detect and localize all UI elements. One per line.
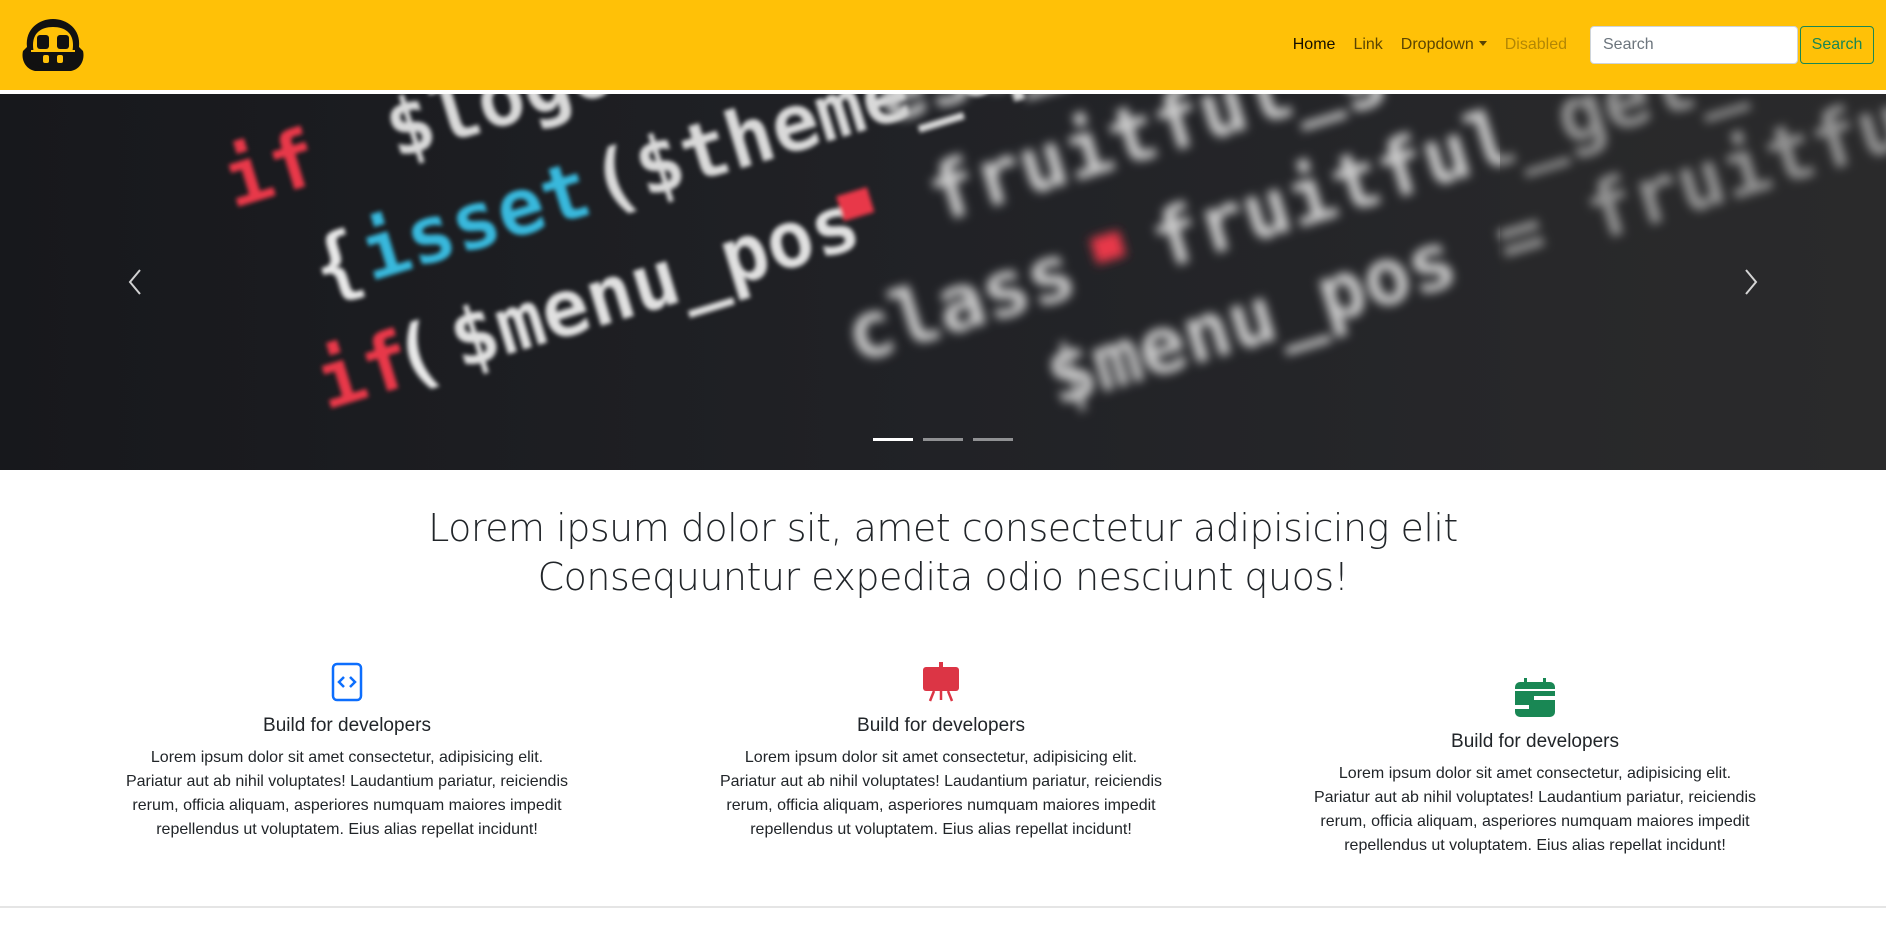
search-form: Search [1590, 26, 1874, 64]
nav-link-home[interactable]: Home [1284, 33, 1345, 57]
headline-line-1: Lorem ipsum dolor sit, amet consectetur … [428, 506, 1458, 550]
brand-logo[interactable] [18, 16, 88, 74]
nav-link-disabled: Disabled [1504, 36, 1567, 53]
hero-headline: Lorem ipsum dolor sit, amet consectetur … [0, 504, 1886, 602]
calendar-range-icon [1515, 678, 1555, 717]
feature-text: Lorem ipsum dolor sit amet consectetur, … [719, 749, 1163, 838]
easel-presentation-icon [923, 662, 959, 702]
carousel-next-button[interactable] [1616, 94, 1886, 470]
nav-link-link[interactable]: Link [1344, 33, 1391, 57]
robot-head-logo-icon [22, 19, 84, 71]
nav-dropdown-label: Dropdown [1400, 36, 1474, 53]
hero-carousel: if $logo { isset ($theme_op if ( $menu_p… [0, 94, 1886, 470]
carousel-prev-button[interactable] [0, 94, 270, 470]
headline-line-2: Consequuntur expedita odio nesciunt quos… [537, 555, 1349, 599]
caret-down-icon [1478, 41, 1487, 46]
feature-text: Lorem ipsum dolor sit amet consectetur, … [125, 749, 569, 838]
carousel-indicator-1[interactable] [873, 438, 913, 441]
carousel-indicator-2[interactable] [923, 438, 963, 441]
feature-icon-wrap [1305, 676, 1765, 720]
navbar: Home Link Dropdown Disabled Search [0, 0, 1886, 90]
code-file-icon [331, 662, 363, 702]
code-editor-photo: if $logo { isset ($theme_op if ( $menu_p… [0, 94, 1886, 470]
feature-card-3: Build for developers Lorem ipsum dolor s… [1305, 676, 1765, 858]
feature-icon-wrap [117, 660, 577, 704]
nav-dropdown-toggle[interactable]: Dropdown [1392, 33, 1496, 57]
feature-icon-wrap [711, 660, 1171, 704]
section-divider [0, 906, 1886, 908]
feature-card-2: Build for developers Lorem ipsum dolor s… [711, 660, 1171, 842]
feature-title: Build for developers [1451, 731, 1619, 752]
nav-right: Home Link Dropdown Disabled Search [1284, 0, 1874, 90]
carousel-indicator-3[interactable] [973, 438, 1013, 441]
search-input[interactable] [1590, 26, 1798, 64]
feature-card-1: Build for developers Lorem ipsum dolor s… [117, 660, 577, 842]
feature-text: Lorem ipsum dolor sit amet consectetur, … [1313, 765, 1757, 854]
search-button[interactable]: Search [1800, 26, 1874, 64]
chevron-right-icon [1745, 269, 1758, 295]
chevron-left-icon [128, 269, 141, 295]
feature-title: Build for developers [857, 715, 1025, 736]
feature-title: Build for developers [263, 715, 431, 736]
carousel-indicators [0, 438, 1886, 441]
